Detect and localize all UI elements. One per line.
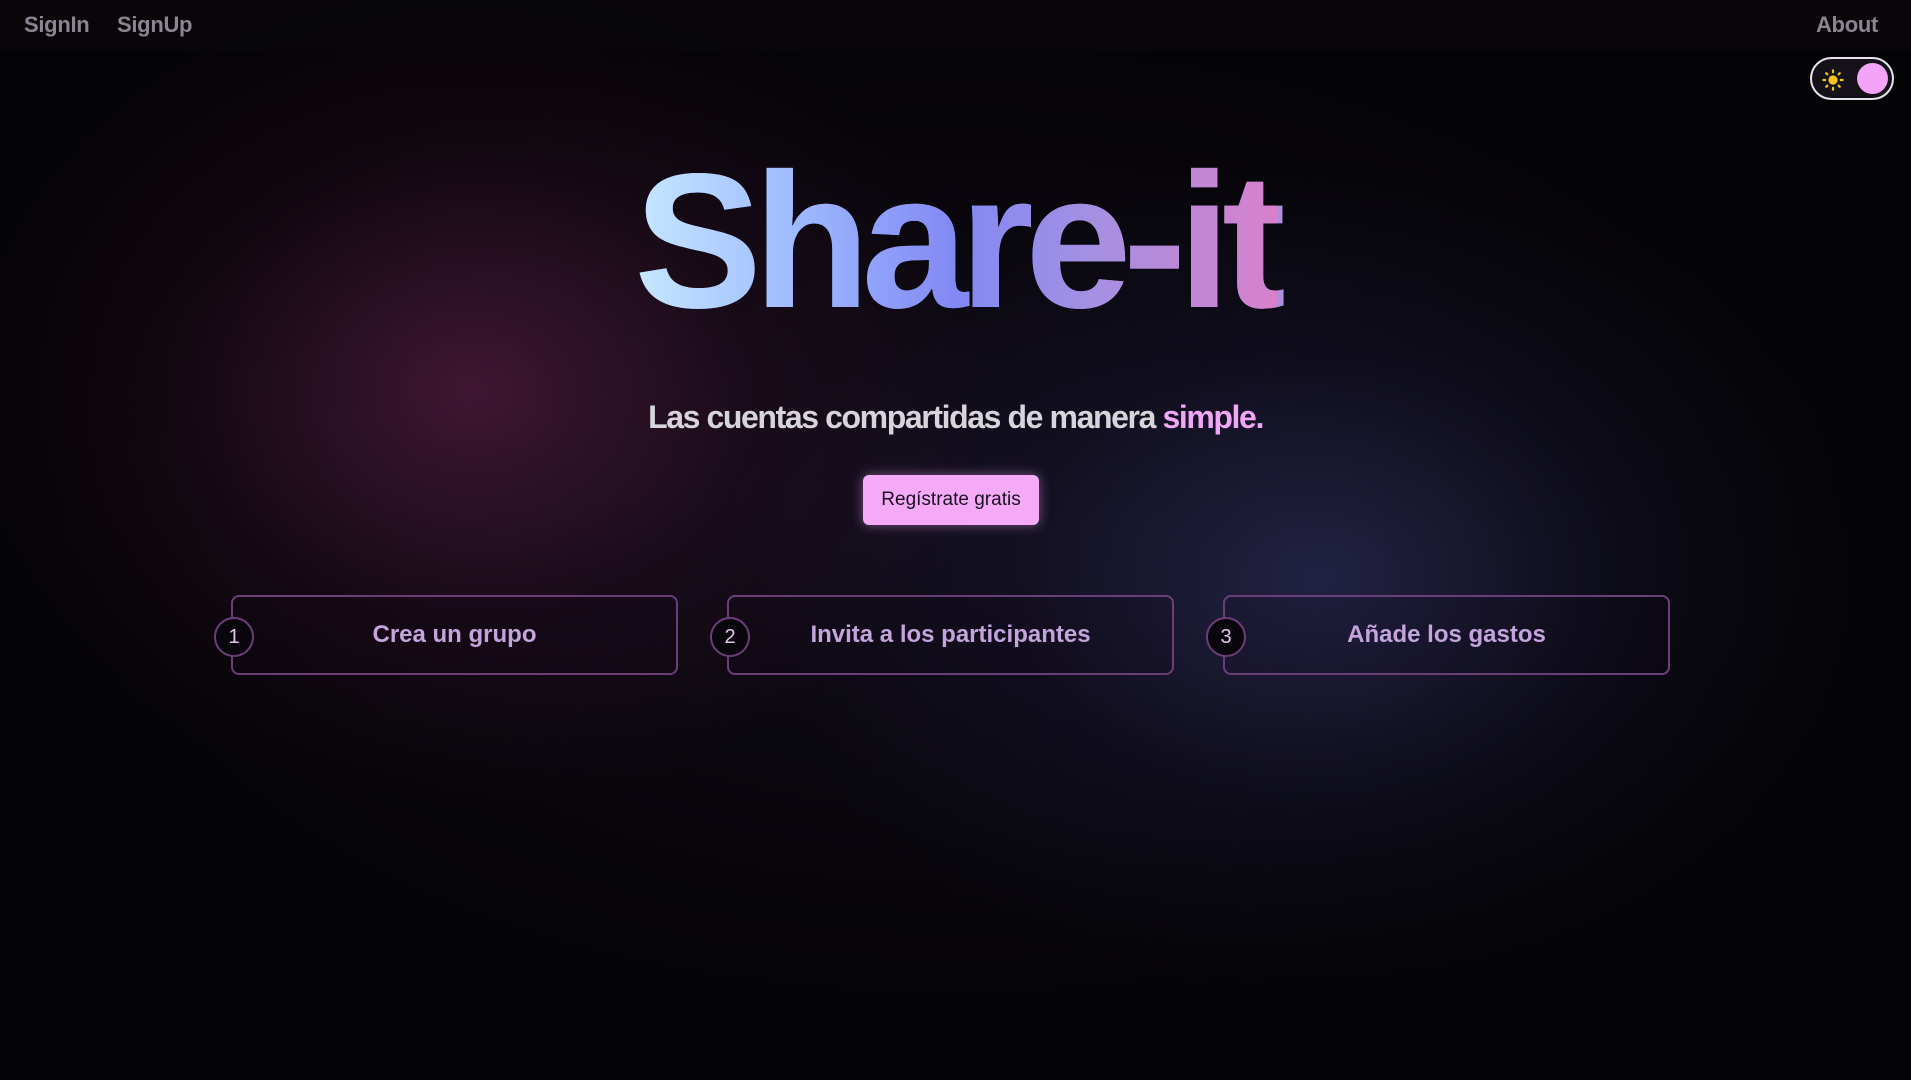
register-free-button[interactable]: Regístrate gratis	[863, 475, 1039, 525]
toggle-knob	[1857, 63, 1888, 94]
theme-toggle[interactable]	[1810, 57, 1894, 100]
step-card-1: 1 Crea un grupo	[214, 595, 678, 675]
sun-icon	[1822, 69, 1844, 91]
step-card-2: 2 Invita a los participantes	[710, 595, 1174, 675]
step-label: Añade los gastos	[1347, 621, 1546, 648]
top-navbar: SignIn SignUp About	[0, 0, 1911, 50]
step-label: Invita a los participantes	[810, 621, 1091, 648]
hero-title-text: Share-it	[634, 133, 1286, 348]
step-card-3: 3 Añade los gastos	[1206, 595, 1670, 675]
tagline-accent: simple.	[1162, 399, 1264, 435]
tagline: Las cuentas compartidas de manera simple…	[0, 399, 1911, 436]
step-label: Crea un grupo	[372, 621, 537, 648]
hero-title: Share-it	[0, 145, 1911, 337]
signin-link[interactable]: SignIn	[24, 12, 90, 38]
tagline-main: Las cuentas compartidas de manera	[648, 399, 1163, 435]
signup-link[interactable]: SignUp	[117, 12, 193, 38]
about-link[interactable]: About	[1816, 12, 1878, 38]
